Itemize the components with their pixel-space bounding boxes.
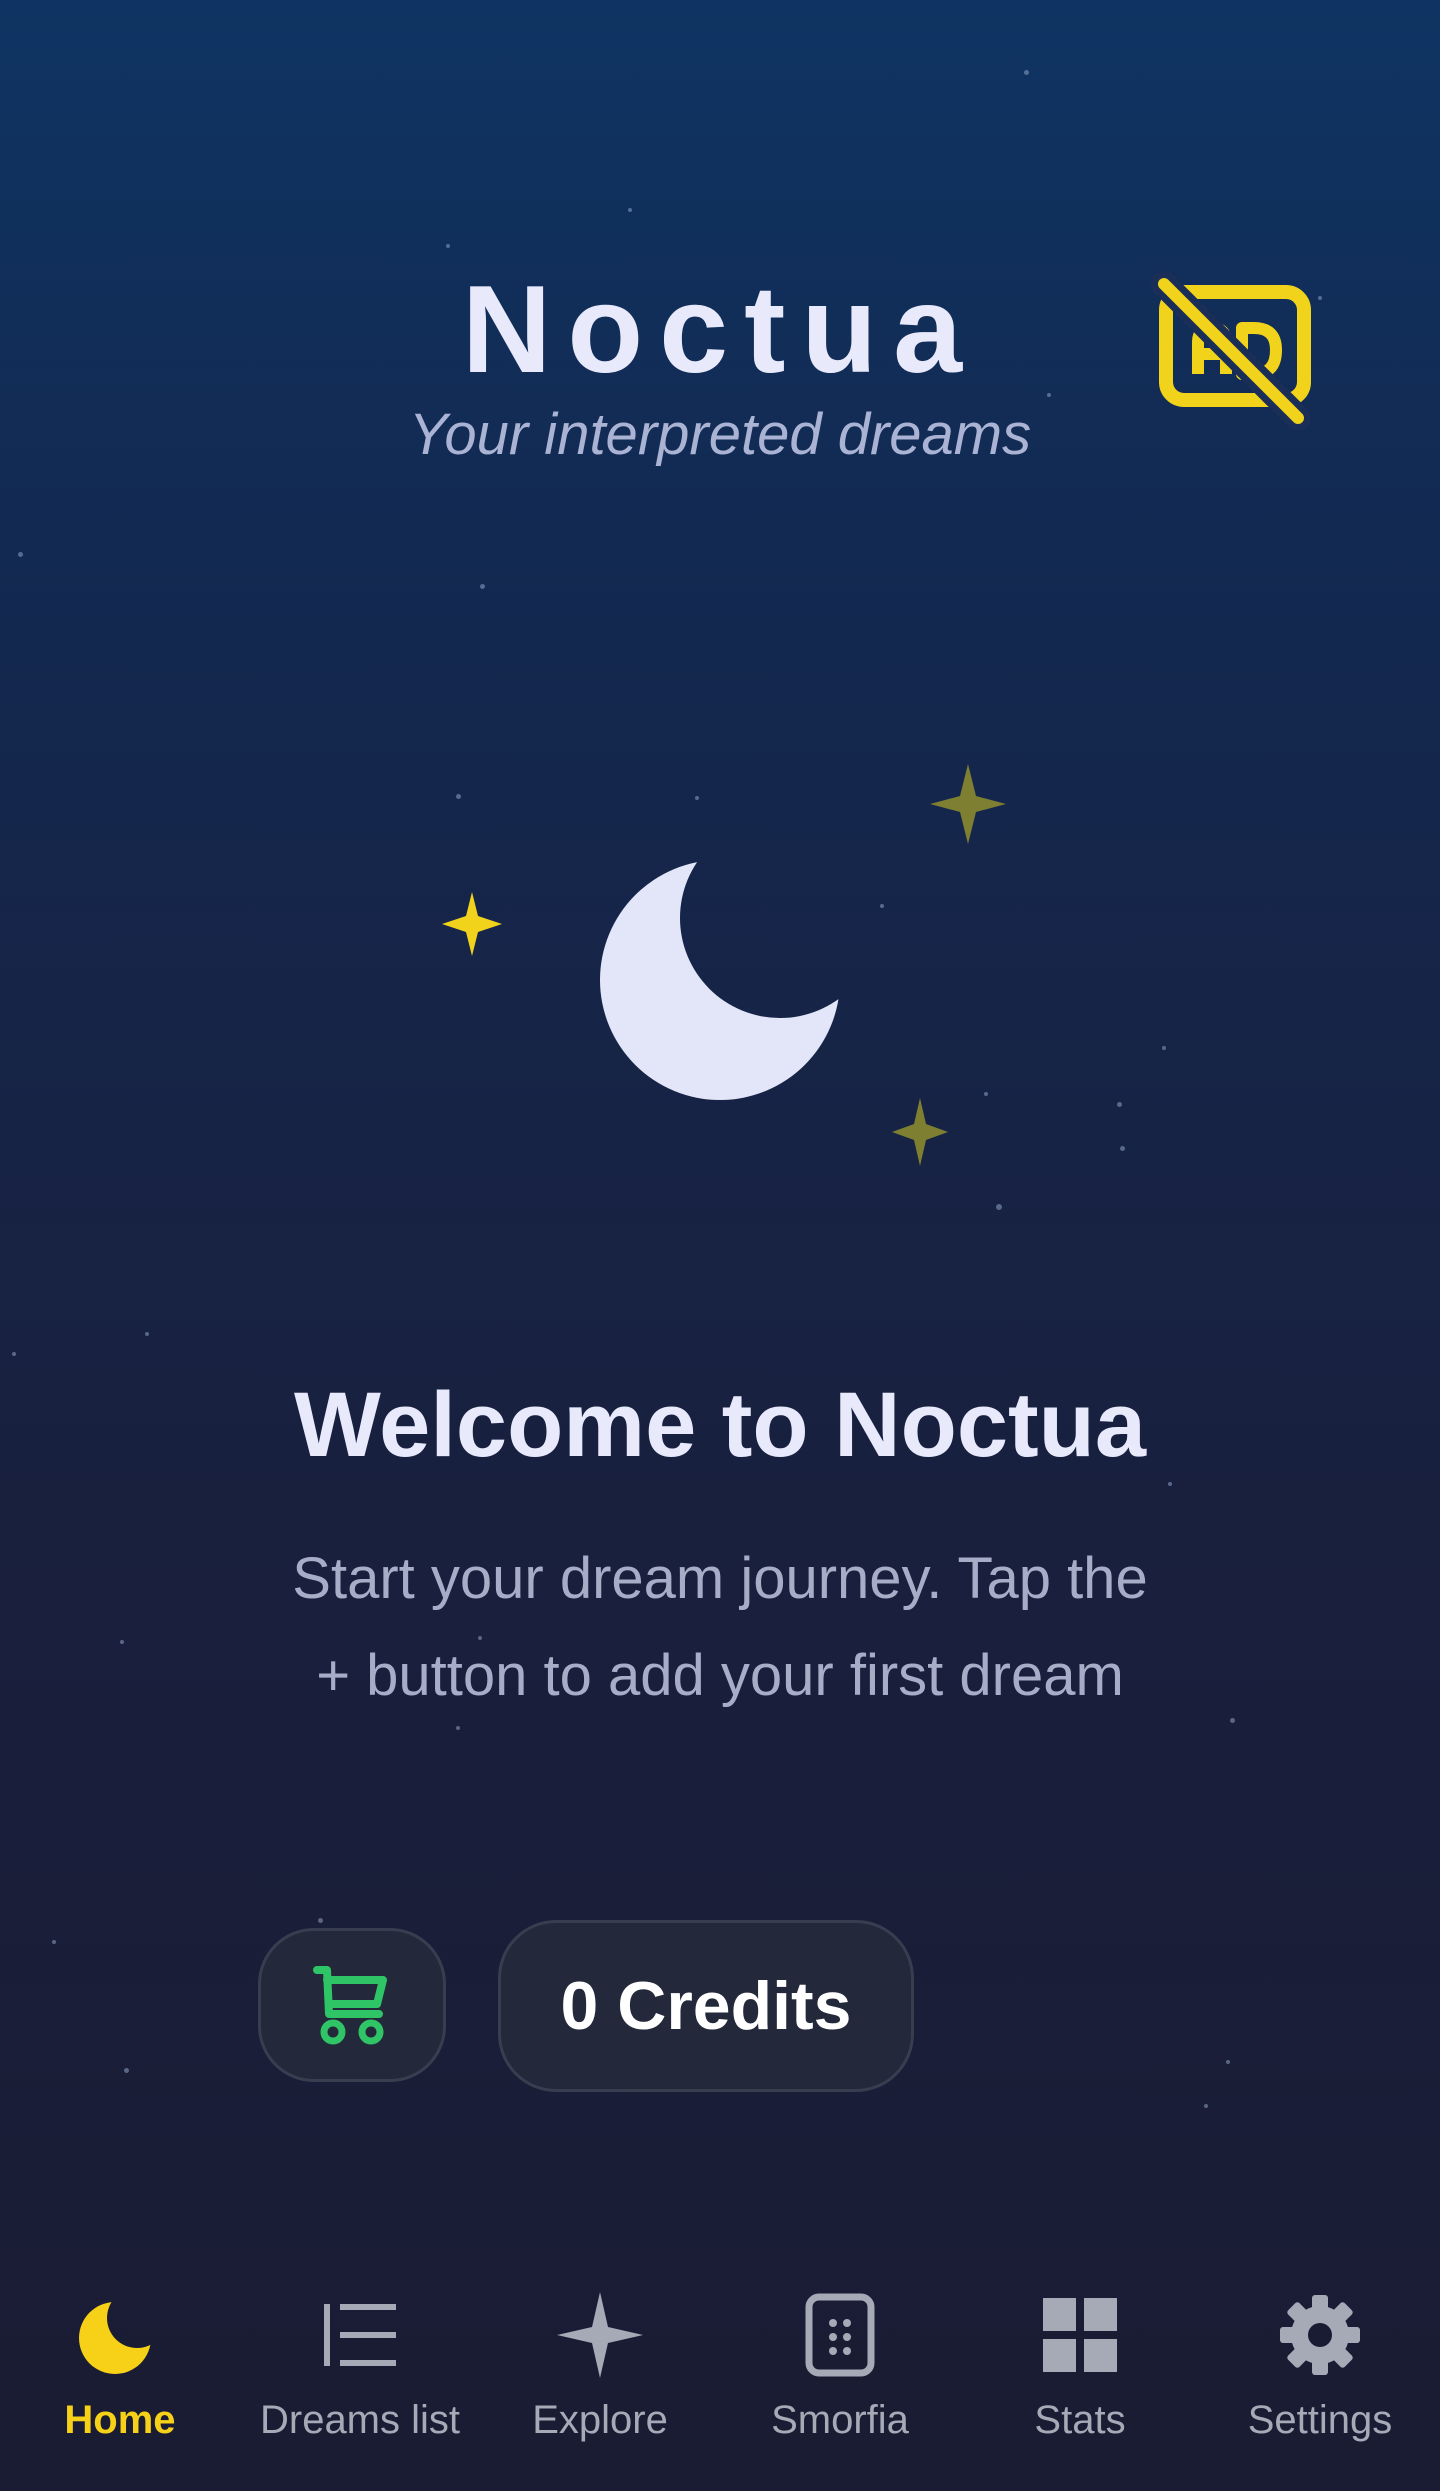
book-icon	[805, 2293, 875, 2377]
nav-item-home[interactable]: Home	[0, 2270, 240, 2491]
sparkle-star-icon	[442, 892, 502, 956]
nav-item-dreams-list[interactable]: Dreams list	[240, 2270, 480, 2491]
credits-label: 0 Credits	[560, 1968, 852, 2044]
bottom-navigation: Home Dreams list Explore Smorfia Stats S…	[0, 2270, 1440, 2491]
list-icon	[324, 2304, 396, 2366]
nav-label-stats: Stats	[1034, 2398, 1126, 2442]
ads-off-icon	[1151, 271, 1311, 431]
nav-item-stats[interactable]: Stats	[960, 2270, 1200, 2491]
moon-illustration	[600, 860, 840, 1100]
cart-icon	[313, 1966, 387, 2045]
shop-button[interactable]	[258, 1928, 446, 2082]
sparkle-star-icon	[930, 764, 1006, 844]
welcome-heading: Welcome to Noctua	[294, 1374, 1146, 1476]
nav-label-explore: Explore	[532, 2398, 668, 2442]
hero-illustration	[420, 740, 1040, 1220]
nav-label-dreams-list: Dreams list	[259, 2398, 461, 2442]
nav-item-settings[interactable]: Settings	[1200, 2270, 1440, 2491]
nav-label-smorfia: Smorfia	[771, 2398, 909, 2442]
sparkle-star-icon	[892, 1098, 948, 1166]
nav-item-explore[interactable]: Explore	[480, 2270, 720, 2491]
nav-label-settings: Settings	[1247, 2398, 1393, 2442]
credits-button[interactable]: 0 Credits	[498, 1920, 914, 2092]
nav-item-smorfia[interactable]: Smorfia	[720, 2270, 960, 2491]
welcome-message: Start your dream journey. Tap the + butt…	[292, 1546, 1148, 1708]
grid-icon	[1043, 2298, 1117, 2372]
ads-toggle-button[interactable]	[1150, 270, 1320, 431]
gear-icon	[1280, 2295, 1360, 2375]
moon-icon	[79, 2302, 151, 2374]
sparkle-icon	[557, 2292, 643, 2378]
nav-label-home: Home	[64, 2398, 176, 2442]
